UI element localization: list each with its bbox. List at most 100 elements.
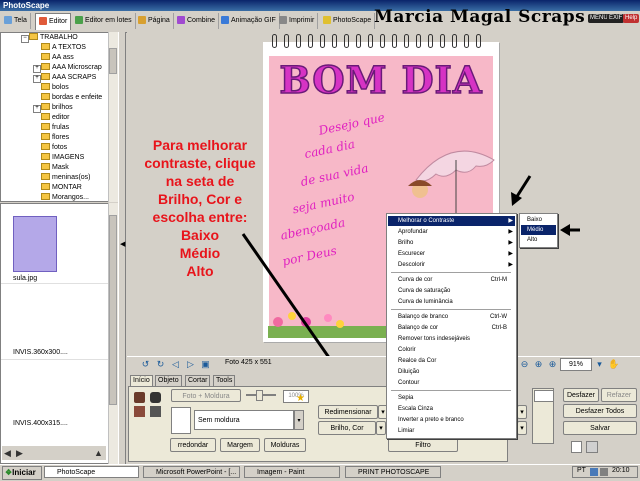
menu-item-balanco-cor[interactable]: Balanço de cor Ctrl-B [388, 323, 515, 333]
tree-item[interactable]: TRABALHO [29, 33, 78, 43]
task-photoscape[interactable]: PhotoScape [44, 466, 139, 478]
tab-photoscape[interactable]: PhotoScape [320, 13, 376, 29]
dropdown-icon[interactable]: ▾ [517, 405, 527, 419]
menu-item-realce-cor[interactable]: Realce da Cor [388, 356, 515, 366]
menu-item-brilho[interactable]: Brilho ▶ [388, 238, 515, 248]
resize-button[interactable]: Redimensionar [318, 405, 378, 419]
tab-inicio[interactable]: Início [130, 375, 153, 386]
menu-item-curva-saturacao[interactable]: Curva de saturação [388, 286, 515, 296]
tree-item[interactable]: frulas [41, 123, 69, 133]
arrow-left-icon[interactable]: ◀ [4, 448, 11, 459]
dropdown-icon[interactable]: ▾ [517, 421, 527, 435]
round-frame-icon[interactable] [134, 392, 145, 403]
menu-item-curva-luminancia[interactable]: Curva de luminância [388, 297, 515, 307]
zoom-in-icon[interactable]: ⊕ [547, 359, 558, 370]
task-print-photoscape[interactable]: PRINT PHOTOSCAPE [345, 466, 441, 478]
menu-item-diluicao[interactable]: Diluição [388, 367, 515, 377]
zoom-fit-icon[interactable]: ⊕ [533, 359, 544, 370]
save-button[interactable]: Salvar [563, 421, 637, 435]
tree-scroll-thumb[interactable] [109, 48, 117, 74]
brightness-dropdown-icon[interactable]: ▾ [376, 421, 386, 435]
tree-item[interactable]: flores [41, 133, 69, 143]
menu-item-colorir[interactable]: Colorir [388, 345, 515, 355]
tab-cortar[interactable]: Cortar [185, 375, 211, 386]
expand-icon[interactable]: + [33, 105, 41, 113]
zoom-out-icon[interactable]: ⊖ [519, 359, 530, 370]
tree-item[interactable]: AAA SCRAPS [41, 73, 96, 83]
collapse-arrow-icon[interactable]: ◀ [120, 240, 125, 248]
expand-icon[interactable]: + [33, 75, 41, 83]
submenu-item-medio[interactable]: Médio [521, 225, 556, 235]
menu-item-limiar[interactable]: Limiar [388, 426, 515, 436]
expand-icon[interactable]: + [33, 65, 41, 73]
menu-item-aprofundar[interactable]: Aprofundar ▶ [388, 227, 515, 237]
print-icon[interactable] [586, 441, 598, 453]
menu-item-escurecer[interactable]: Escurecer ▶ [388, 249, 515, 259]
rotate-left-icon[interactable]: ↺ [140, 359, 151, 370]
volume-icon[interactable] [600, 468, 608, 476]
menu-item-curva-cor[interactable]: Curva de cor Ctrl-M [388, 275, 515, 285]
brightness-color-button[interactable]: Brilho, Cor [318, 421, 376, 435]
arrow-right-icon[interactable]: ▶ [16, 448, 23, 459]
start-button[interactable]: ❖Iniciar [2, 466, 42, 480]
tab-animacao[interactable]: Animação GIF [218, 13, 280, 29]
tree-item[interactable]: brilhos [41, 103, 73, 113]
arredondar-button[interactable]: rredondar [170, 438, 216, 452]
language-indicator[interactable]: PT [577, 467, 586, 474]
margem-button[interactable]: Margem [220, 438, 260, 452]
tree-item[interactable]: AA ass [41, 53, 74, 63]
zoom-level[interactable]: 91% [560, 358, 592, 371]
tree-item[interactable]: AAA Microscrap [41, 63, 102, 73]
filter-context-menu[interactable]: Melhorar o Contraste ▶ Aprofundar ▶ Brilho… [386, 213, 517, 439]
prev-icon[interactable]: ◁ [170, 359, 181, 370]
menu-item-contour[interactable]: Contour [388, 378, 515, 388]
redo-button[interactable]: Refazer [601, 388, 637, 402]
folder-tree[interactable]: − TRABALHO A TEXTOS AA ass + AAA Microsc… [0, 32, 118, 202]
menu-item-balanco-branco[interactable]: Balanço de branco Ctrl-W [388, 312, 515, 322]
submenu-item-baixo[interactable]: Baixo [521, 215, 556, 225]
tree-item[interactable]: editor [41, 113, 70, 123]
contrast-submenu[interactable]: Baixo Médio Alto [519, 213, 558, 248]
tree-item[interactable]: IMAGENS [41, 153, 84, 163]
menu-item-inverter[interactable]: Inverter a preto e branco [388, 415, 515, 425]
help-button[interactable]: Help [623, 14, 640, 23]
rotate-right-icon[interactable]: ↻ [155, 359, 166, 370]
zoom-dropdown-icon[interactable]: ▾ [594, 359, 605, 370]
new-file-icon[interactable] [571, 441, 582, 453]
molduras-button[interactable]: Molduras [264, 438, 306, 452]
square-frame-icon[interactable] [150, 392, 161, 403]
frame-style-icon[interactable] [150, 406, 161, 417]
task-powerpoint[interactable]: Microsoft PowerPoint - [... [143, 466, 240, 478]
tree-item[interactable]: Mask [41, 163, 69, 173]
tab-editor[interactable]: Editor [35, 13, 72, 30]
frame-select[interactable]: Sem moldura [194, 410, 294, 430]
hand-tool-icon[interactable]: ✋ [608, 359, 619, 370]
undo-all-button[interactable]: Desfazer Todos [563, 404, 637, 418]
thumbnail-scroll-thumb[interactable] [109, 215, 117, 405]
tray-icon[interactable] [590, 468, 598, 476]
submenu-item-alto[interactable]: Alto [521, 235, 556, 245]
task-paint[interactable]: Imagem - Paint [244, 466, 340, 478]
tree-item[interactable]: bordas e enfeite [41, 93, 102, 103]
thumbnail-image[interactable] [13, 216, 57, 272]
collapse-icon[interactable]: − [21, 35, 29, 43]
tree-item[interactable]: Morangos... [41, 193, 89, 201]
tree-item[interactable]: meninas(os) [41, 173, 91, 183]
frame-dropdown-icon[interactable]: ▾ [294, 410, 304, 430]
star-icon[interactable]: ★ [296, 393, 305, 404]
thumbnail-panel[interactable]: sula.jpg INVIS.360x300.... INVIS.400x315… [0, 203, 118, 464]
menu-item-escala-cinza[interactable]: Escala Cinza [388, 404, 515, 414]
filter-button[interactable]: Filtro [388, 438, 458, 452]
next-icon[interactable]: ▷ [185, 359, 196, 370]
tab-objeto[interactable]: Objeto [155, 375, 182, 386]
tab-tela[interactable]: Tela [1, 13, 31, 29]
tree-item[interactable]: fotos [41, 143, 67, 153]
frame-slider-thumb[interactable] [256, 390, 263, 401]
tree-item[interactable]: bolos [41, 83, 69, 93]
tab-pagina[interactable]: Página [135, 13, 174, 29]
tab-combine[interactable]: Combine [174, 13, 220, 29]
tree-item[interactable]: A TEXTOS [41, 43, 86, 53]
menu-item-remover-tons[interactable]: Remover tons indesejáveis [388, 334, 515, 344]
undo-icon[interactable] [534, 390, 554, 402]
frame-style-icon[interactable] [134, 406, 145, 417]
